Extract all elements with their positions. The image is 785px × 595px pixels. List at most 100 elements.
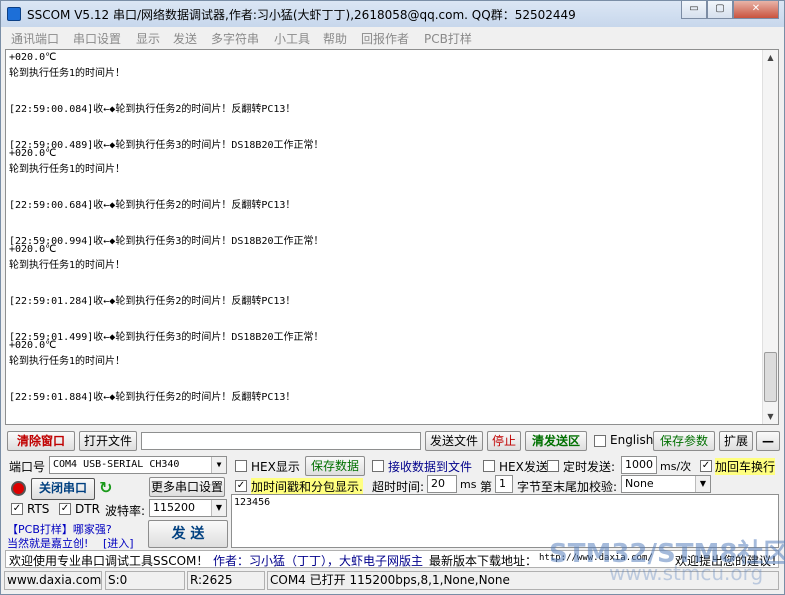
english-checkbox[interactable] [594, 435, 606, 447]
send-file-button[interactable]: 发送文件 [425, 431, 483, 451]
info-download-label: 最新版本下载地址： [429, 554, 538, 568]
receive-line: 轮到执行任务1的时间片！ [9, 356, 126, 367]
byte-prefix: 第 [480, 480, 493, 494]
receive-line: [22:59:00.084]收←◆轮到执行任务2的时间片！反翻转PC13！ [9, 104, 296, 115]
scroll-thumb[interactable] [764, 352, 777, 402]
save-data-button[interactable]: 保存数据 [305, 456, 365, 476]
checksum-chevron-icon[interactable]: ▼ [695, 476, 710, 492]
menu-pcb[interactable]: PCB打样 [424, 30, 472, 47]
scroll-up-icon[interactable]: ▲ [763, 50, 778, 65]
add-crlf-checkbox[interactable]: ✓ [700, 460, 712, 472]
app-icon [7, 7, 21, 21]
recv-to-file-label: 接收数据到文件 [388, 460, 473, 474]
send-input[interactable]: 123456 [231, 494, 779, 548]
rts-label: RTS [27, 502, 50, 516]
port-select[interactable]: COM4 USB-SERIAL CH340 ▼ [49, 456, 227, 474]
receive-line: 轮到执行任务1的时间片！ [9, 164, 126, 175]
menu-serial-settings[interactable]: 串口设置 [73, 30, 121, 47]
receive-line: [22:59:01.884]收←◆轮到执行任务2的时间片！反翻转PC13！ [9, 392, 296, 403]
vertical-scrollbar[interactable]: ▲ ▼ [762, 50, 778, 424]
expand-button[interactable]: 扩展 [719, 431, 753, 451]
interval-unit: ms/次 [660, 460, 692, 473]
hex-display-label: HEX显示 [251, 460, 300, 474]
timed-send-label: 定时发送: [563, 460, 616, 474]
checksum-value: None [625, 477, 654, 490]
checksum-select[interactable]: None ▼ [621, 475, 711, 493]
menu-display[interactable]: 显示 [136, 30, 160, 47]
scroll-down-icon[interactable]: ▼ [763, 409, 778, 424]
interval-input[interactable]: 1000 [621, 456, 657, 474]
title-bar: SSCOM V5.12 串口/网络数据调试器,作者:习小猛(大虾丁丁),2618… [1, 1, 784, 27]
more-settings-button[interactable]: 更多串口设置 [149, 477, 225, 497]
file-path-input[interactable] [141, 432, 421, 450]
menu-send[interactable]: 发送 [173, 30, 197, 47]
clear-send-button[interactable]: 清发送区 [525, 431, 587, 451]
receive-line: +020.0℃ [9, 148, 57, 159]
byte-num-input[interactable]: 1 [495, 475, 513, 493]
promo-line2[interactable]: 当然就是嘉立创! [7, 535, 88, 551]
close-button[interactable]: ✕ [733, 1, 779, 19]
menu-report-author[interactable]: 回报作者 [361, 30, 409, 47]
status-sent: S:0 [105, 571, 185, 590]
port-label: 端口号 [9, 460, 46, 474]
menu-help[interactable]: 帮助 [323, 30, 347, 47]
baud-value: 115200 [153, 501, 195, 514]
timeout-unit: ms [460, 478, 477, 491]
minimize-button[interactable]: ▭ [681, 1, 707, 19]
hex-send-label: HEX发送 [499, 460, 548, 474]
maximize-button[interactable]: ▢ [707, 1, 733, 19]
info-url-link[interactable]: http://www.daxia.com/ [539, 553, 653, 563]
hex-send-checkbox[interactable] [483, 460, 495, 472]
menu-multi-string[interactable]: 多字符串 [211, 30, 259, 47]
timeout-input[interactable]: 20 [427, 475, 457, 493]
receive-area[interactable]: +020.0℃ 轮到执行任务1的时间片！ [22:59:00.084]收←◆轮到执行… [5, 49, 779, 425]
info-welcome: 欢迎使用专业串口调试工具SSCOM！ [9, 554, 209, 568]
refresh-icon[interactable]: ↻ [99, 479, 117, 497]
save-params-button[interactable]: 保存参数 [653, 431, 715, 451]
info-author: 作者：习小猛（丁丁），大虾电子网版主 [213, 554, 424, 568]
timed-send-checkbox[interactable] [547, 460, 559, 472]
promo-enter-link[interactable]: [进入] [103, 535, 134, 551]
byte-suffix: 字节至末尾加校验: [517, 480, 618, 494]
send-button[interactable]: 发 送 [148, 520, 228, 548]
info-bar: 欢迎使用专业串口调试工具SSCOM！ 作者：习小猛（丁丁），大虾电子网版主 最新… [5, 550, 779, 568]
open-file-button[interactable]: 打开文件 [79, 431, 137, 451]
timeout-label: 超时时间: [372, 480, 425, 494]
add-crlf-label: 加回车换行 [715, 458, 776, 475]
receive-line: 轮到执行任务1的时间片！ [9, 260, 126, 271]
baud-label: 波特率: [105, 504, 146, 518]
status-site: www.daxia.com [4, 571, 102, 590]
baud-select[interactable]: 115200 ▼ [149, 499, 227, 517]
receive-line: 轮到执行任务1的时间片！ [9, 68, 126, 79]
clear-window-button[interactable]: 清除窗口 [7, 431, 75, 451]
main-window: SSCOM V5.12 串口/网络数据调试器,作者:习小猛(大虾丁丁),2618… [0, 0, 785, 595]
stop-button[interactable]: 停止 [487, 431, 521, 451]
record-icon [11, 481, 26, 496]
receive-line: +020.0℃ [9, 52, 57, 63]
collapse-button[interactable]: — [756, 431, 780, 451]
info-suggest: 欢迎提出您的建议！ [675, 554, 779, 568]
recv-to-file-checkbox[interactable] [372, 460, 384, 472]
dtr-checkbox[interactable]: ✓ [59, 503, 71, 515]
port-value: COM4 USB-SERIAL CH340 [53, 459, 180, 470]
rts-checkbox[interactable]: ✓ [11, 503, 23, 515]
english-label: English [610, 433, 654, 447]
timestamp-label: 加时间戳和分包显示. [251, 478, 363, 495]
menu-bar: 通讯端口 串口设置 显示 发送 多字符串 小工具 帮助 回报作者 PCB打样 [1, 27, 784, 48]
status-port-state: COM4 已打开 115200bps,8,1,None,None [267, 571, 779, 590]
menu-comm-port[interactable]: 通讯端口 [11, 30, 59, 47]
chevron-down-icon[interactable]: ▼ [211, 457, 226, 473]
status-bar: www.daxia.com S:0 R:2625 COM4 已打开 115200… [1, 570, 784, 591]
receive-line: [22:59:00.684]收←◆轮到执行任务2的时间片！反翻转PC13！ [9, 200, 296, 211]
status-received: R:2625 [187, 571, 265, 590]
hex-display-checkbox[interactable] [235, 460, 247, 472]
receive-line: [22:59:01.284]收←◆轮到执行任务2的时间片！反翻转PC13！ [9, 296, 296, 307]
dtr-label: DTR [75, 502, 100, 516]
timestamp-checkbox[interactable]: ✓ [235, 480, 247, 492]
window-title: SSCOM V5.12 串口/网络数据调试器,作者:习小猛(大虾丁丁),2618… [27, 8, 576, 22]
receive-line: +020.0℃ [9, 244, 57, 255]
close-port-button[interactable]: 关闭串口 [31, 478, 95, 500]
baud-chevron-icon[interactable]: ▼ [211, 500, 226, 516]
receive-line: +020.0℃ [9, 340, 57, 351]
menu-tools[interactable]: 小工具 [274, 30, 310, 47]
